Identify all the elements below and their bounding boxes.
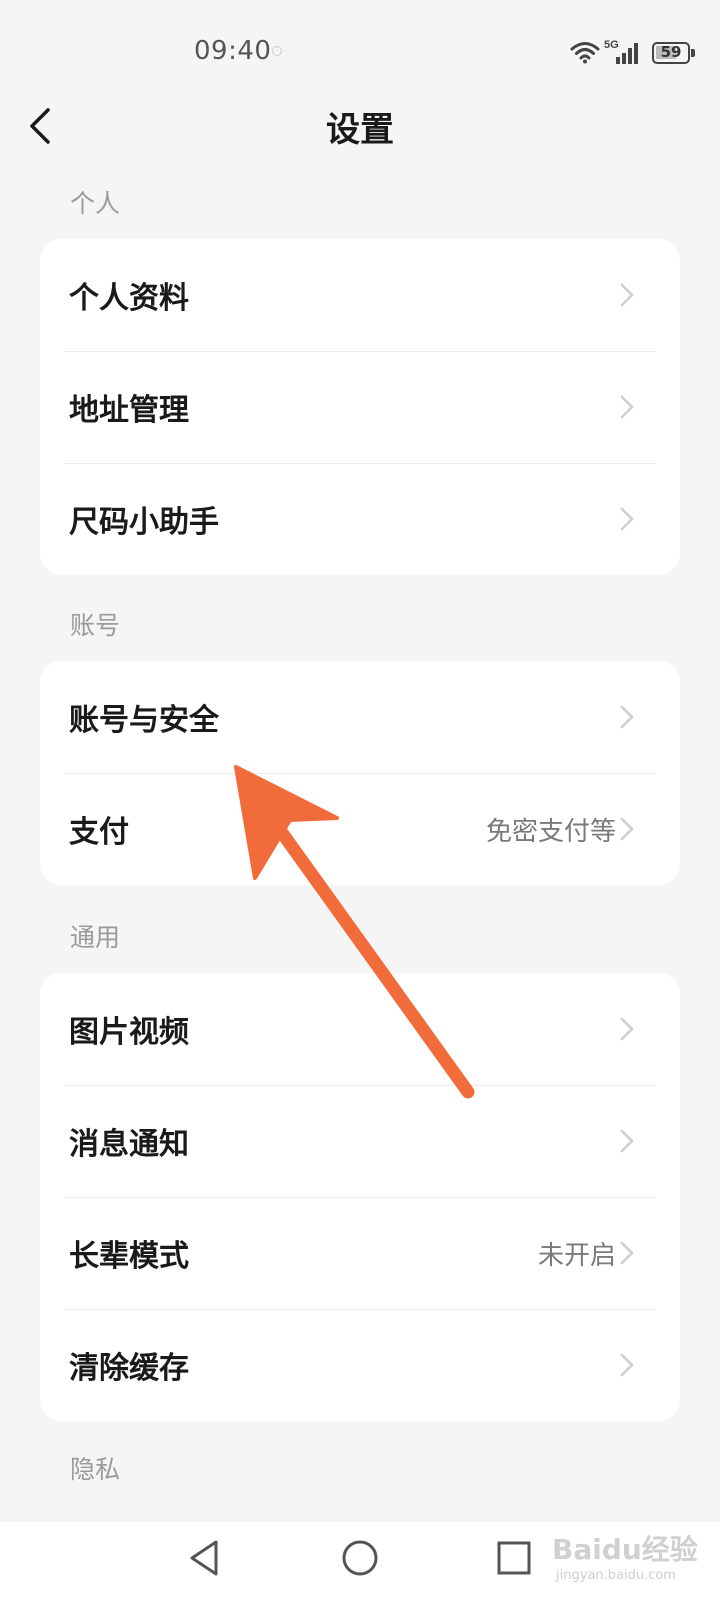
personal-card: 个人资料 地址管理 尺码小助手: [40, 239, 680, 575]
wifi-icon: [570, 42, 600, 64]
baidu-watermark-url: jingyan.baidu.com: [556, 1568, 676, 1583]
row-label: 地址管理: [69, 393, 189, 428]
battery-level: 59: [660, 43, 682, 61]
row-value: 免密支付等: [485, 816, 616, 847]
row-label: 长辈模式: [69, 1239, 189, 1274]
settings-row-elder-mode[interactable]: 长辈模式 未开启: [40, 1197, 680, 1309]
settings-row-payment[interactable]: 支付 免密支付等: [40, 773, 680, 885]
row-label: 消息通知: [69, 1127, 189, 1162]
network-type-label: 5G: [604, 39, 619, 51]
chevron-right-icon: [620, 1353, 634, 1377]
section-header-personal: 个人: [70, 189, 121, 218]
chevron-right-icon: [620, 1129, 634, 1153]
chevron-right-icon: [620, 817, 634, 841]
square-recent-icon: [497, 1541, 531, 1575]
settings-row-address[interactable]: 地址管理: [40, 351, 680, 463]
chevron-right-icon: [620, 395, 634, 419]
status-time: 09:40: [194, 36, 272, 66]
section-header-general: 通用: [70, 923, 121, 952]
triangle-back-icon: [190, 1540, 218, 1576]
nav-home-button[interactable]: [336, 1534, 384, 1582]
chevron-right-icon: [620, 705, 634, 729]
row-value: 未开启: [537, 1240, 616, 1271]
row-label: 个人资料: [69, 281, 189, 316]
settings-row-profile[interactable]: 个人资料: [40, 239, 680, 351]
settings-row-size-assistant[interactable]: 尺码小助手: [40, 463, 680, 575]
nav-back-button[interactable]: [182, 1534, 230, 1582]
nav-recent-button[interactable]: [490, 1534, 538, 1582]
chevron-right-icon: [620, 283, 634, 307]
section-header-account: 账号: [70, 611, 121, 640]
settings-row-account-security[interactable]: 账号与安全: [40, 661, 680, 773]
row-label: 尺码小助手: [69, 505, 219, 540]
chevron-right-icon: [620, 1017, 634, 1041]
circle-home-icon: [342, 1540, 378, 1576]
section-header-privacy: 隐私: [70, 1455, 121, 1484]
settings-row-notifications[interactable]: 消息通知: [40, 1085, 680, 1197]
settings-screen: 09:40 5G 59 设置 个人 个人资料 地址管理 尺码小助手 账号 账号与…: [0, 0, 720, 1600]
page-title: 设置: [326, 110, 394, 150]
settings-row-clear-cache[interactable]: 清除缓存: [40, 1309, 680, 1421]
row-label: 支付: [69, 815, 129, 850]
signal-icon: 5G: [604, 39, 638, 64]
row-label: 图片视频: [69, 1015, 189, 1050]
settings-row-media[interactable]: 图片视频: [40, 973, 680, 1085]
row-label: 清除缓存: [69, 1351, 189, 1386]
status-bar: 09:40 5G 59: [0, 0, 720, 100]
status-indicator-icon: [272, 46, 282, 56]
general-card: 图片视频 消息通知 长辈模式 未开启 清除缓存: [40, 973, 680, 1421]
chevron-right-icon: [620, 507, 634, 531]
baidu-watermark: Baidu经验: [552, 1533, 698, 1566]
row-label: 账号与安全: [69, 703, 219, 738]
chevron-right-icon: [620, 1241, 634, 1265]
account-card: 账号与安全 支付 免密支付等: [40, 661, 680, 885]
battery-icon: 59: [652, 42, 695, 64]
